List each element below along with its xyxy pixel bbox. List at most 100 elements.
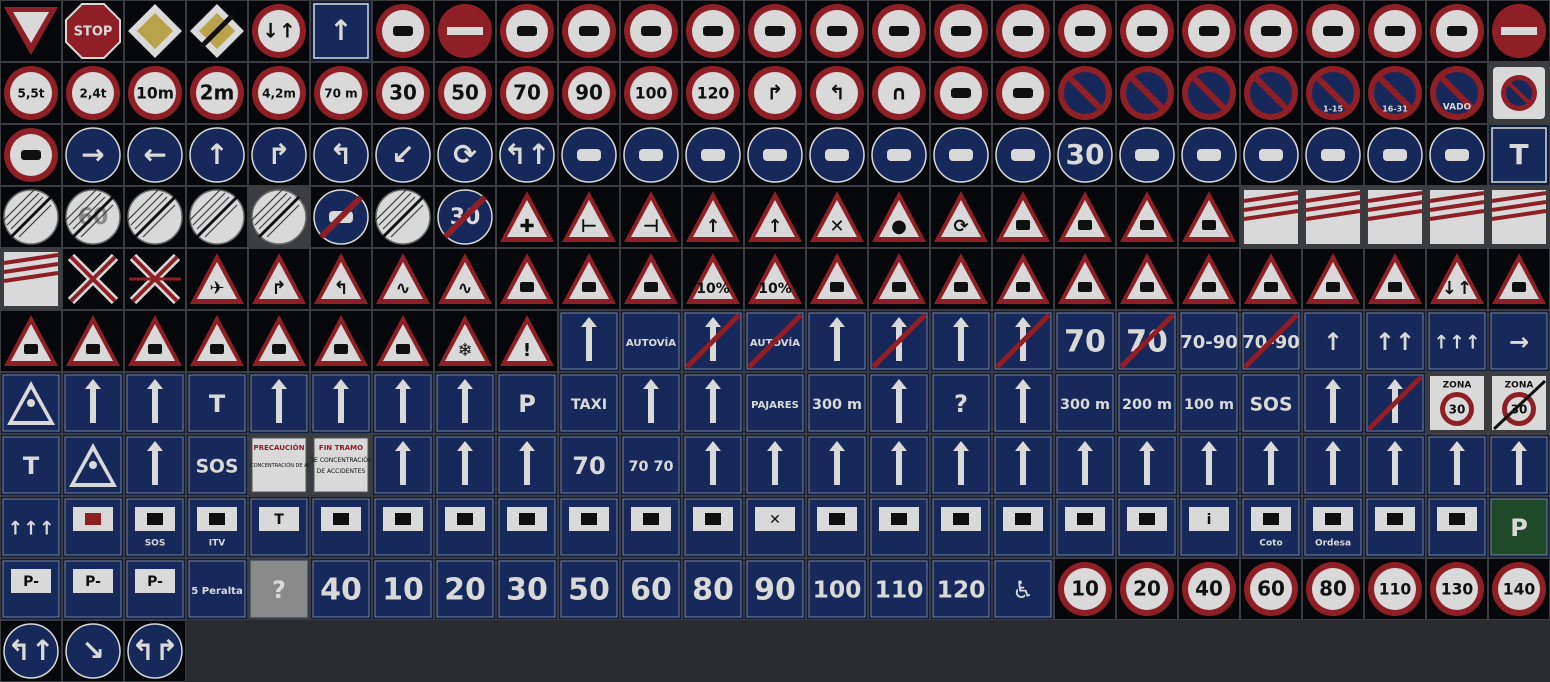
motorcycles-only-sign-tile[interactable] [620, 124, 682, 186]
no-motor-vehicles-sign-tile[interactable] [496, 0, 558, 62]
parking-restriction-sign-tile[interactable] [1488, 62, 1550, 124]
axle-weight-limit-sign-tile[interactable]: 2,4t [62, 62, 124, 124]
side-road-right-sign-tile[interactable]: ⊢ [558, 186, 620, 248]
end-priority-road-sign-tile[interactable] [186, 0, 248, 62]
parking-sign-tile[interactable]: P [496, 372, 558, 434]
airfield-sign-tile[interactable]: ✈ [186, 248, 248, 310]
end-autovia-sign-tile[interactable]: AUTOVÍA [744, 310, 806, 372]
escape-lane-sign-tile[interactable] [434, 372, 496, 434]
one-way-right-sign-tile[interactable]: → [1488, 310, 1550, 372]
nature-reserve-sign-tile[interactable]: Ordesa [1302, 496, 1364, 558]
lane-turn-sign-tile[interactable] [1054, 434, 1116, 496]
taxi-stand-sign-tile[interactable]: TAXI [558, 372, 620, 434]
lane-speeds-70-sign-tile[interactable] [434, 434, 496, 496]
no-right-turn-sign-tile[interactable]: ↱ [744, 62, 806, 124]
no-overtaking-trucks-sign-tile[interactable] [992, 62, 1054, 124]
speed-limit-sign-tile[interactable]: 90 [558, 62, 620, 124]
lane-change-sign-tile[interactable] [992, 372, 1054, 434]
no-cars-sign-tile[interactable] [558, 0, 620, 62]
speed-limit-60-sign-tile[interactable]: 60 [1240, 558, 1302, 620]
tram-stop-sign-tile[interactable] [682, 372, 744, 434]
route-info-sign-tile[interactable]: 5 Peralta [186, 558, 248, 620]
no-left-turn-sign-tile[interactable]: ↰ [806, 62, 868, 124]
fuel-sign-tile[interactable] [372, 496, 434, 558]
drawbridge-sign-tile[interactable] [992, 186, 1054, 248]
dangerous-shoulder-sign-tile[interactable] [124, 310, 186, 372]
no-dangerous-goods-sign-tile[interactable] [930, 0, 992, 62]
no-parking-even-days-sign-tile[interactable] [1240, 62, 1302, 124]
pedestrian-crossing-warning-sign-tile[interactable] [1116, 248, 1178, 310]
lanes-merge-sign-tile[interactable] [806, 434, 868, 496]
keep-right-sign-tile[interactable]: ↘ [62, 620, 124, 682]
no-parking-sign-tile[interactable] [1116, 62, 1178, 124]
speed-limit-sign-tile[interactable]: 120 [682, 62, 744, 124]
exit-300-sign-tile[interactable]: 300 m [1054, 372, 1116, 434]
side-road-left-sign-tile[interactable]: ⊣ [620, 186, 682, 248]
snow-chains-sign-tile[interactable] [1116, 124, 1178, 186]
dead-end-right-sign-tile[interactable] [248, 372, 310, 434]
speed-limit-10-sign-tile[interactable]: 10 [1054, 558, 1116, 620]
exit-200-sign-tile[interactable]: 200 m [1116, 372, 1178, 434]
no-tractors-sign-tile[interactable] [1054, 0, 1116, 62]
crosswind-sign-tile[interactable] [310, 310, 372, 372]
priority-over-oncoming-sign-tile[interactable]: ↑ [310, 0, 372, 62]
crossroads-sign-tile[interactable]: ✚ [496, 186, 558, 248]
mopeds-sign-tile[interactable] [806, 124, 868, 186]
countdown-1-sign-tile[interactable] [1364, 186, 1426, 248]
lanes-6-sign-tile[interactable] [1364, 434, 1426, 496]
countdown-2-sign-tile[interactable] [1426, 186, 1488, 248]
minimum-speed-sign-tile[interactable]: 30 [1054, 124, 1116, 186]
roundabout-sign-tile[interactable]: ⟳ [434, 124, 496, 186]
advisory-110-sign-tile[interactable]: 110 [868, 558, 930, 620]
countdown-3-sign-tile[interactable] [1302, 186, 1364, 248]
no-trucks-sign-tile[interactable] [744, 0, 806, 62]
caravan-site-sign-tile[interactable] [806, 496, 868, 558]
telephone-sign-tile[interactable] [310, 496, 372, 558]
mandatory-left-sign-tile[interactable]: ← [124, 124, 186, 186]
advisory-90-sign-tile[interactable]: 90 [744, 558, 806, 620]
mandatory-straight-sign-tile[interactable]: ↑ [186, 124, 248, 186]
countdown-2-sign-tile[interactable] [1488, 186, 1550, 248]
vans-only-sign-tile[interactable] [682, 124, 744, 186]
mandatory-right-sign-tile[interactable]: → [62, 124, 124, 186]
carts-sign-tile[interactable] [868, 124, 930, 186]
speed-limit-140-sign-tile[interactable]: 140 [1488, 558, 1550, 620]
no-parking-odd-days-sign-tile[interactable] [1178, 62, 1240, 124]
tunnel-sign-tile[interactable] [930, 310, 992, 372]
priority-road-sign-tile[interactable] [124, 0, 186, 62]
lanes-4-sign-tile[interactable] [1240, 434, 1302, 496]
three-lanes-sign-tile[interactable]: ↑↑↑ [1426, 310, 1488, 372]
double-curve-left-sign-tile[interactable]: ∿ [434, 248, 496, 310]
park-bus-sign-tile[interactable]: P- [124, 558, 186, 620]
junction-panel-sign-tile[interactable]: T [0, 434, 62, 496]
advisory-30-sign-tile[interactable]: 30 [496, 558, 558, 620]
lane-turn-left-sign-tile[interactable] [1116, 434, 1178, 496]
horses-sign-tile[interactable] [930, 124, 992, 186]
weight-limit-sign-tile[interactable]: 5,5t [0, 62, 62, 124]
closed-road-sign-tile[interactable] [372, 0, 434, 62]
turn-right-sign-tile[interactable]: ↱ [248, 124, 310, 186]
one-way-sign-tile[interactable]: ↑ [1302, 310, 1364, 372]
end-residential-zone-sign-tile[interactable] [1364, 372, 1426, 434]
cars-only-sign-tile[interactable] [558, 124, 620, 186]
picnic-sign-tile[interactable] [930, 496, 992, 558]
fishing-sign-tile[interactable]: Coto [1240, 496, 1302, 558]
width-limit-sign-tile[interactable]: 2m [186, 62, 248, 124]
countdown-3-sign-tile[interactable] [1240, 186, 1302, 248]
youth-hostel-sign-tile[interactable] [992, 496, 1054, 558]
speed-limit-sign-tile[interactable]: 30 [372, 62, 434, 124]
caravan-sign-tile[interactable] [868, 496, 930, 558]
cycle-lane-sign-tile[interactable] [744, 124, 806, 186]
end-restrictions-sign-tile[interactable] [0, 186, 62, 248]
dangerous-goods-route-sign-tile[interactable] [1240, 124, 1302, 186]
roundabout-warning-sign-tile[interactable]: ⟳ [930, 186, 992, 248]
unknown-sign-sign-tile[interactable]: ? [248, 558, 310, 620]
speed-limit-80-sign-tile[interactable]: 80 [1302, 558, 1364, 620]
cattle-sign-tile[interactable] [1302, 248, 1364, 310]
camping-sign-tile[interactable] [496, 496, 558, 558]
advisory-40-sign-tile[interactable]: 40 [310, 558, 372, 620]
advisory-120-sign-tile[interactable]: 120 [930, 558, 992, 620]
seatbelt-sign-tile[interactable] [1426, 124, 1488, 186]
road-narrows-right-sign-tile[interactable] [868, 248, 930, 310]
exit-100-sign-tile[interactable]: 100 m [1178, 372, 1240, 434]
